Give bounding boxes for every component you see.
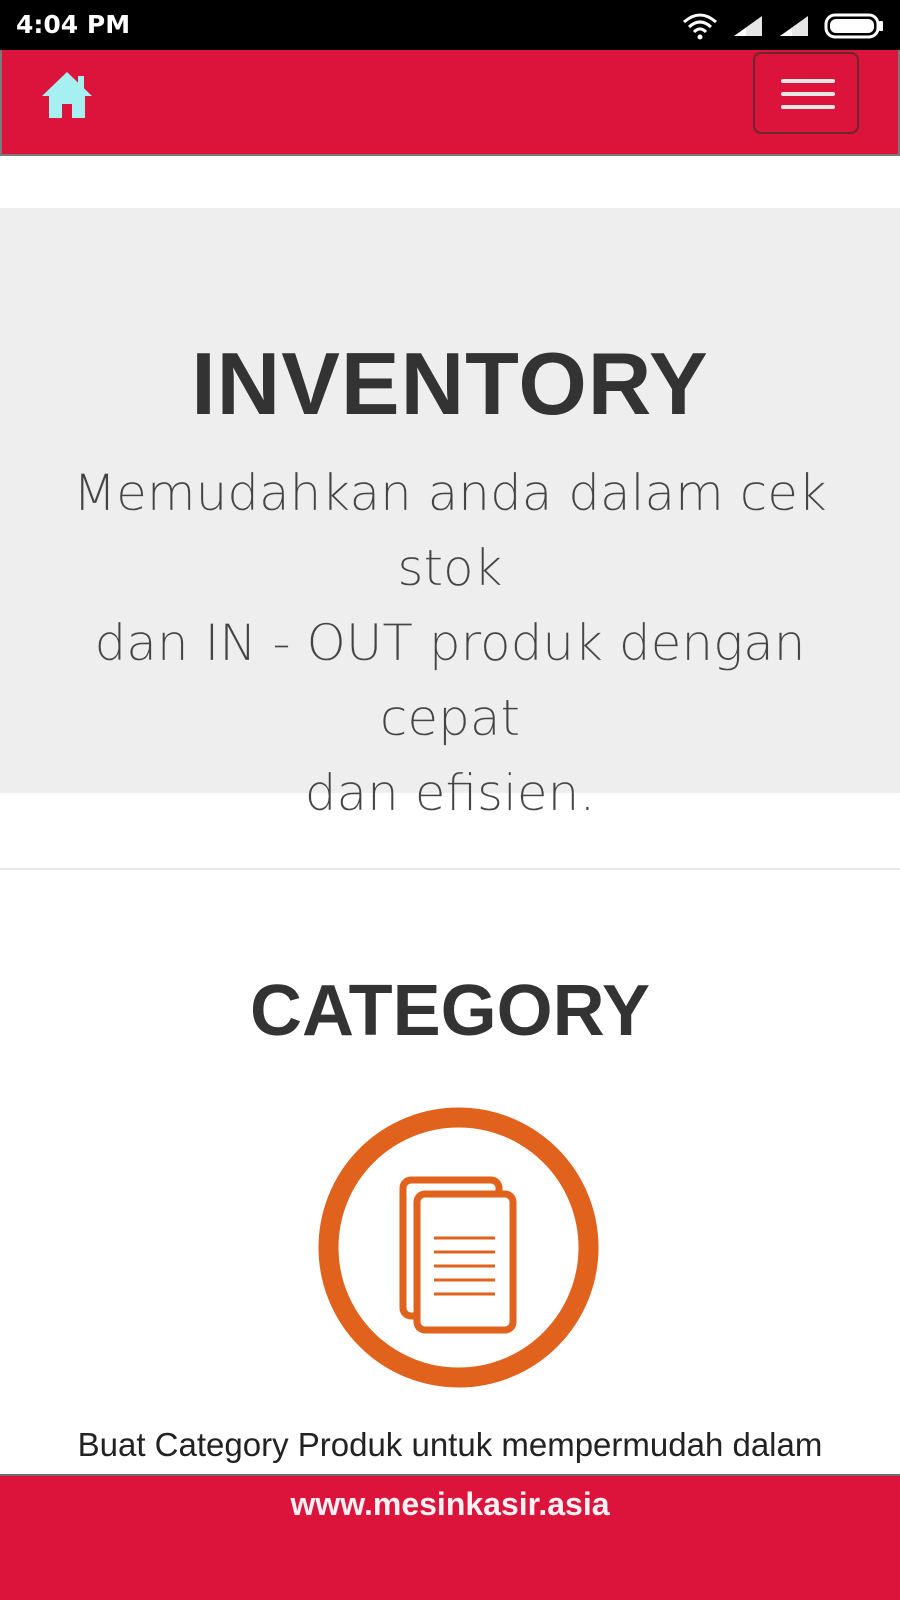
- menu-toggle-button[interactable]: [753, 52, 859, 134]
- navbar: [0, 50, 900, 156]
- status-icons: [682, 12, 886, 40]
- wifi-icon: [683, 13, 717, 40]
- category-description: Buat Category Produk untuk mempermudah d…: [77, 1426, 823, 1463]
- signal-icon: [734, 16, 762, 36]
- home-button[interactable]: [40, 68, 94, 122]
- hero-subtitle-line: dan efisien.: [304, 764, 596, 822]
- category-icon-wrapper: [317, 1106, 600, 1389]
- battery-icon: [824, 13, 883, 39]
- hero-subtitle-line: dan IN - OUT produk dengan cepat: [94, 614, 806, 747]
- inventory-hero: INVENTORY Memudahkan anda dalam cek stok…: [0, 208, 900, 822]
- home-icon: [42, 72, 92, 118]
- section-divider: [0, 868, 900, 870]
- category-title: CATEGORY: [249, 971, 650, 1051]
- hero-title: INVENTORY: [191, 334, 709, 433]
- footer: www.mesinkasir.asia: [0, 1474, 900, 1600]
- documents-icon: [318, 1107, 599, 1388]
- signal-icon: [780, 16, 808, 36]
- footer-website-link[interactable]: www.mesinkasir.asia: [0, 1486, 900, 1523]
- hero-subtitle: Memudahkan anda dalam cek stok dan IN - …: [40, 456, 860, 831]
- status-bar: 4:04 PM: [0, 0, 900, 50]
- status-time: 4:04 PM: [16, 10, 131, 39]
- hero-subtitle-line: Memudahkan anda dalam cek stok: [73, 464, 827, 597]
